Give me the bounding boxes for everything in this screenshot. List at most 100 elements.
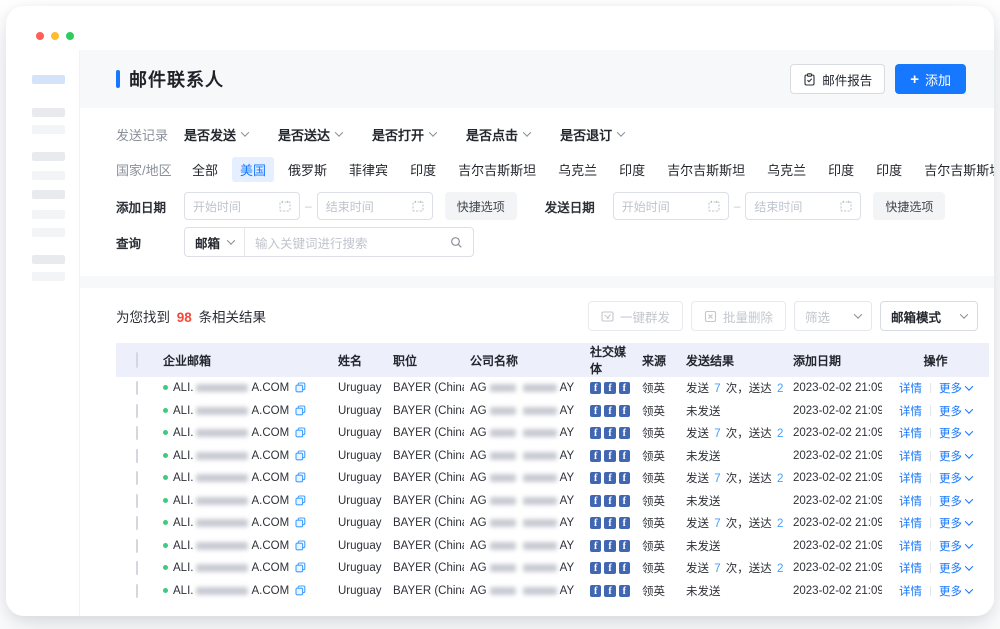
country-chip[interactable]: 俄罗斯 (280, 157, 335, 182)
country-chip[interactable]: 印度 (611, 157, 653, 182)
facebook-icon[interactable]: f (604, 427, 615, 439)
facebook-icon[interactable]: f (590, 405, 601, 417)
facebook-icon[interactable]: f (604, 495, 615, 507)
bulk-send-button[interactable]: 一键群发 (588, 301, 683, 331)
row-checkbox[interactable] (136, 404, 138, 418)
row-checkbox[interactable] (136, 449, 138, 463)
facebook-icon[interactable]: f (619, 517, 630, 529)
facebook-icon[interactable]: f (604, 585, 615, 597)
copy-icon[interactable] (295, 450, 306, 461)
filter-dropdown[interactable]: 是否点击 (466, 125, 530, 144)
copy-icon[interactable] (295, 495, 306, 506)
detail-link[interactable]: 详情 (899, 563, 922, 575)
detail-link[interactable]: 详情 (899, 406, 922, 418)
send-date-quick-options-button[interactable]: 快捷选项 (873, 192, 945, 220)
country-chip[interactable]: 吉尔吉斯斯坦 (450, 157, 544, 182)
facebook-icon[interactable]: f (590, 517, 601, 529)
add-date-quick-options-button[interactable]: 快捷选项 (445, 192, 517, 220)
country-chip[interactable]: 印度 (402, 157, 444, 182)
mailbox-mode-select[interactable]: 邮箱模式 (880, 301, 978, 331)
copy-icon[interactable] (295, 405, 306, 416)
row-checkbox[interactable] (136, 561, 138, 575)
copy-icon[interactable] (295, 562, 306, 573)
filter-dropdown[interactable]: 是否发送 (184, 125, 248, 144)
country-chip[interactable]: 吉尔吉斯斯坦 (659, 157, 753, 182)
more-link[interactable]: 更多 (939, 470, 972, 486)
facebook-icon[interactable]: f (590, 495, 601, 507)
detail-link[interactable]: 详情 (899, 473, 922, 485)
more-link[interactable]: 更多 (939, 380, 972, 396)
copy-icon[interactable] (295, 540, 306, 551)
facebook-icon[interactable]: f (619, 405, 630, 417)
select-all-checkbox[interactable] (136, 352, 138, 368)
row-checkbox[interactable] (136, 584, 138, 598)
bulk-delete-button[interactable]: 批量删除 (691, 301, 786, 331)
facebook-icon[interactable]: f (604, 540, 615, 552)
facebook-icon[interactable]: f (604, 382, 615, 394)
facebook-icon[interactable]: f (619, 382, 630, 394)
country-chip[interactable]: 乌克兰 (550, 157, 605, 182)
facebook-icon[interactable]: f (590, 562, 601, 574)
sidebar-skeleton-bar[interactable] (32, 255, 65, 264)
facebook-icon[interactable]: f (604, 472, 615, 484)
sidebar-skeleton-bar[interactable] (32, 171, 65, 180)
facebook-icon[interactable]: f (619, 562, 630, 574)
send-date-start-input[interactable]: 开始时间 (613, 192, 729, 220)
more-link[interactable]: 更多 (939, 515, 972, 531)
add-date-end-input[interactable]: 结束时间 (317, 192, 433, 220)
copy-icon[interactable] (295, 585, 306, 596)
facebook-icon[interactable]: f (619, 472, 630, 484)
filter-select[interactable]: 筛选 (794, 301, 872, 331)
filter-dropdown[interactable]: 是否送达 (278, 125, 342, 144)
country-chip[interactable]: 美国 (232, 157, 274, 182)
add-date-start-input[interactable]: 开始时间 (184, 192, 300, 220)
more-link[interactable]: 更多 (939, 538, 972, 554)
facebook-icon[interactable]: f (590, 540, 601, 552)
detail-link[interactable]: 详情 (899, 383, 922, 395)
filter-dropdown[interactable]: 是否打开 (372, 125, 436, 144)
country-chip[interactable]: 吉尔吉斯斯坦 (916, 157, 994, 182)
close-window-icon[interactable] (36, 32, 44, 40)
facebook-icon[interactable]: f (604, 405, 615, 417)
more-link[interactable]: 更多 (939, 425, 972, 441)
more-link[interactable]: 更多 (939, 493, 972, 509)
detail-link[interactable]: 详情 (899, 586, 922, 598)
sidebar-skeleton-bar[interactable] (32, 108, 65, 117)
facebook-icon[interactable]: f (619, 450, 630, 462)
row-checkbox[interactable] (136, 426, 138, 440)
facebook-icon[interactable]: f (590, 450, 601, 462)
filter-dropdown[interactable]: 是否退订 (560, 125, 624, 144)
facebook-icon[interactable]: f (590, 585, 601, 597)
facebook-icon[interactable]: f (619, 540, 630, 552)
copy-icon[interactable] (295, 382, 306, 393)
detail-link[interactable]: 详情 (899, 451, 922, 463)
row-checkbox[interactable] (136, 471, 138, 485)
row-checkbox[interactable] (136, 381, 138, 395)
copy-icon[interactable] (295, 472, 306, 483)
minimize-window-icon[interactable] (51, 32, 59, 40)
facebook-icon[interactable]: f (619, 427, 630, 439)
country-chip[interactable]: 印度 (868, 157, 910, 182)
sidebar-skeleton-bar[interactable] (32, 190, 65, 199)
facebook-icon[interactable]: f (604, 450, 615, 462)
sidebar-skeleton-bar[interactable] (32, 152, 65, 161)
facebook-icon[interactable]: f (590, 382, 601, 394)
detail-link[interactable]: 详情 (899, 518, 922, 530)
search-input[interactable]: 输入关键词进行搜索 (245, 233, 473, 252)
more-link[interactable]: 更多 (939, 583, 972, 599)
copy-icon[interactable] (295, 427, 306, 438)
detail-link[interactable]: 详情 (899, 428, 922, 440)
sidebar-skeleton-bar[interactable] (32, 272, 65, 281)
send-date-end-input[interactable]: 结束时间 (745, 192, 861, 220)
facebook-icon[interactable]: f (590, 427, 601, 439)
row-checkbox[interactable] (136, 494, 138, 508)
country-chip[interactable]: 乌克兰 (759, 157, 814, 182)
more-link[interactable]: 更多 (939, 403, 972, 419)
more-link[interactable]: 更多 (939, 448, 972, 464)
detail-link[interactable]: 详情 (899, 541, 922, 553)
maximize-window-icon[interactable] (66, 32, 74, 40)
sidebar-skeleton-bar-active[interactable] (32, 75, 65, 84)
mail-report-button[interactable]: 邮件报告 (790, 64, 885, 94)
detail-link[interactable]: 详情 (899, 496, 922, 508)
facebook-icon[interactable]: f (604, 562, 615, 574)
